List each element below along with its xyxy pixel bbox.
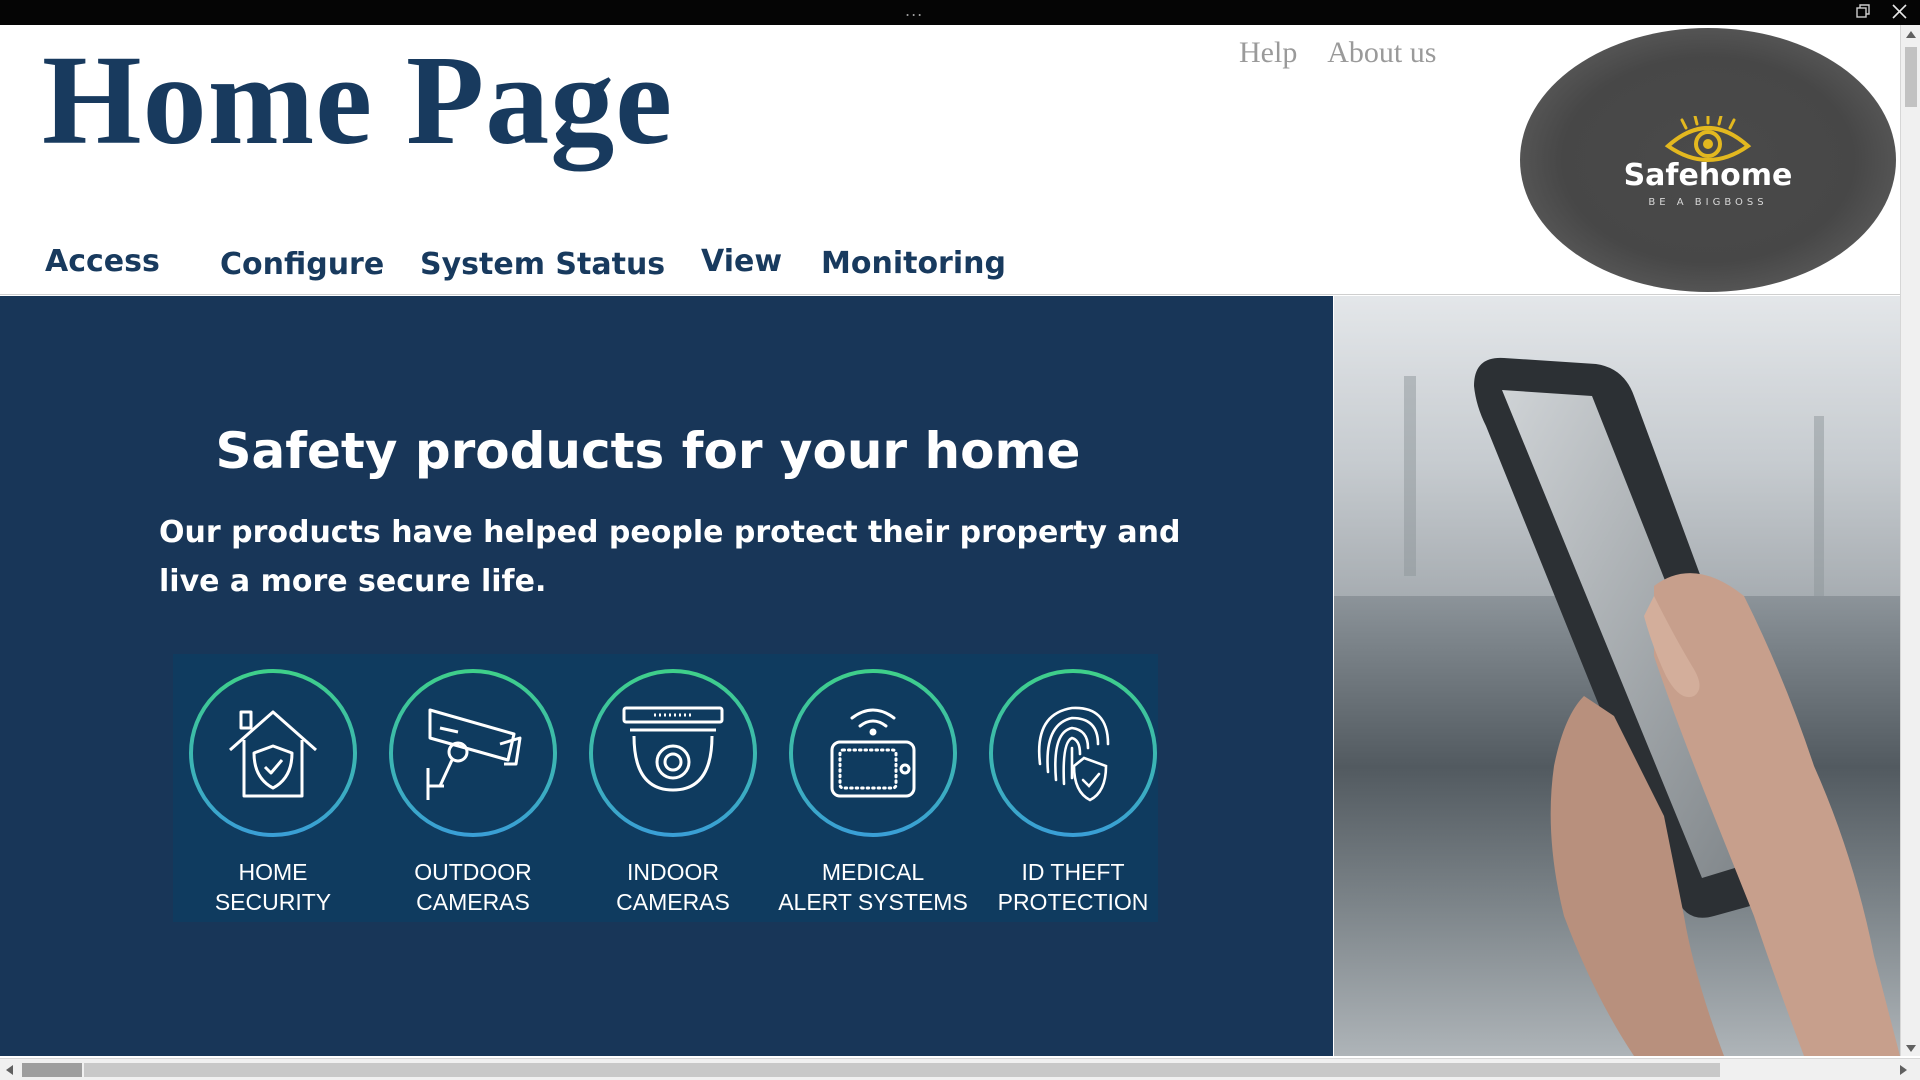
nav-monitoring[interactable]: Monitoring xyxy=(821,246,1006,281)
about-us-link[interactable]: About us xyxy=(1327,36,1436,69)
dome-camera-icon xyxy=(589,669,757,837)
top-links: Help About us xyxy=(1239,36,1460,70)
fingerprint-shield-icon xyxy=(989,669,1157,837)
horizontal-scroll-thumb[interactable] xyxy=(22,1063,82,1077)
product-outdoor-cameras[interactable]: OUTDOOR CAMERAS xyxy=(373,664,573,915)
product-label: OUTDOOR CAMERAS xyxy=(414,859,532,915)
restore-icon[interactable] xyxy=(1856,4,1871,19)
safehome-logo[interactable]: Safehome BE A BIGBOSS xyxy=(1520,28,1896,292)
hero-subtitle: Our products have helped people protect … xyxy=(159,515,1181,599)
window-menu-dots[interactable]: ... xyxy=(905,1,923,20)
nav-configure[interactable]: Configure xyxy=(220,247,384,282)
product-label: INDOOR CAMERAS xyxy=(616,859,730,915)
nav-system-status[interactable]: System Status xyxy=(420,247,665,282)
product-label: MEDICAL ALERT SYSTEMS xyxy=(778,859,968,915)
vertical-scrollbar[interactable] xyxy=(1900,25,1920,1056)
horizontal-scroll-track[interactable] xyxy=(84,1063,1720,1077)
alert-device-icon xyxy=(789,669,957,837)
horizontal-scrollbar[interactable] xyxy=(0,1058,1920,1080)
page-title: Home Page xyxy=(42,29,673,171)
nav-access[interactable]: Access xyxy=(45,244,160,279)
product-id-theft-protection[interactable]: ID THEFT PROTECTION xyxy=(973,664,1173,915)
vertical-scroll-thumb[interactable] xyxy=(1905,47,1917,107)
product-label: HOME SECURITY xyxy=(214,859,332,915)
hero-photo-tablet-hands xyxy=(1334,296,1900,1056)
header-divider xyxy=(0,294,1900,295)
product-indoor-cameras[interactable]: INDOOR CAMERAS xyxy=(573,664,773,915)
close-icon[interactable] xyxy=(1891,3,1908,20)
scroll-left-arrow[interactable] xyxy=(6,1065,13,1075)
house-shield-icon xyxy=(189,669,357,837)
hero-section: Safety products for your home Our produc… xyxy=(0,296,1333,1056)
help-link[interactable]: Help xyxy=(1239,36,1297,69)
window-title-bar: ... xyxy=(0,0,1920,25)
product-home-security[interactable]: HOME SECURITY xyxy=(173,664,373,915)
product-strip: HOME SECURITY OUTDOOR CAMERAS INDOOR CAM… xyxy=(173,654,1158,922)
scroll-down-arrow[interactable] xyxy=(1906,1045,1916,1052)
logo-name: Safehome xyxy=(1623,158,1793,193)
hero-title: Safety products for your home xyxy=(215,422,1081,480)
scroll-right-arrow[interactable] xyxy=(1900,1065,1907,1075)
nav-view[interactable]: View xyxy=(701,244,782,279)
scroll-up-arrow[interactable] xyxy=(1906,31,1916,38)
security-camera-icon xyxy=(389,669,557,837)
product-medical-alert-systems[interactable]: MEDICAL ALERT SYSTEMS xyxy=(773,664,973,915)
product-label: ID THEFT PROTECTION xyxy=(997,859,1149,915)
logo-tagline: BE A BIGBOSS xyxy=(1648,197,1768,208)
